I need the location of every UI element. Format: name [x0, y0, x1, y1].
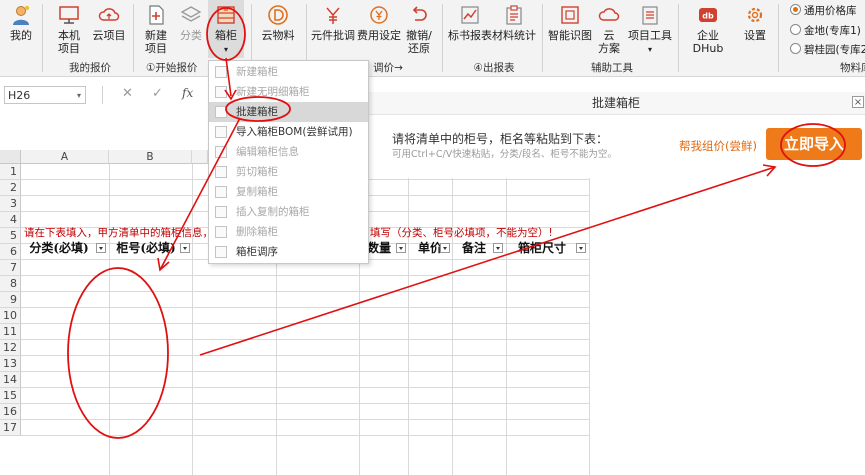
- annotation-circle: [206, 7, 246, 61]
- annotation-overlay: [67, 7, 846, 439]
- annotation-arrow: [159, 117, 241, 271]
- annotation-arrow: [199, 166, 776, 356]
- annotation-circle: [780, 123, 846, 167]
- annotation-circle: [67, 267, 169, 439]
- annotation-circle: [225, 96, 291, 122]
- annotation-arrow: [225, 57, 232, 97]
